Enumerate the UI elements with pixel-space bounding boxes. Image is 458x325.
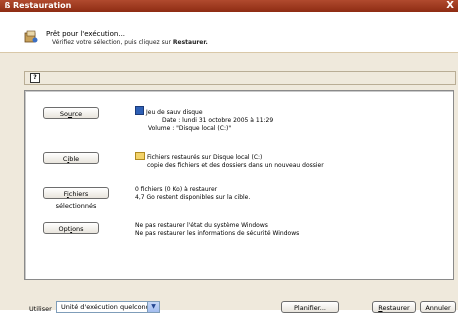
cancel-button[interactable]: Annuler: [420, 301, 456, 313]
help-bar: ?: [24, 71, 456, 85]
source-set-name: Jeu de sauv disque: [146, 109, 203, 116]
close-button[interactable]: X: [446, 0, 454, 12]
source-volume: Volume : "Disque local (C:)": [148, 125, 232, 132]
source-date: Date : lundi 31 octobre 2005 à 11:29: [162, 117, 274, 124]
header-title: Prêt pour l'exécution...: [46, 30, 126, 38]
space-available: 4,7 Go restent disponibles sur la cible.: [135, 194, 251, 201]
options-button[interactable]: Options: [43, 222, 99, 234]
selected-files-info: 0 fichiers (0 Ko) à restaurer 4,7 Go res…: [135, 186, 250, 202]
execution-unit-select[interactable]: Unité d'exécution quelconque ▼: [56, 301, 160, 313]
target-info: Fichiers restaurés sur Disque local (C:)…: [135, 152, 324, 170]
app-icon: ß: [4, 1, 11, 10]
title-bar: ß Restauration X: [0, 0, 458, 12]
execution-unit-value: Unité d'exécution quelconque: [61, 303, 158, 311]
header-subtitle: Vérifiez votre sélection, puis cliquez s…: [52, 39, 208, 46]
bottom-bar: Utiliser Unité d'exécution quelconque ▼ …: [0, 293, 458, 325]
backup-wizard-icon: [24, 30, 38, 44]
options-info: Ne pas restaurer l'état du système Windo…: [135, 222, 299, 238]
files-count: 0 fichiers (0 Ko) à restaurer: [135, 186, 218, 193]
disk-icon: [135, 106, 144, 115]
source-info: Jeu de sauv disque Date : lundi 31 octob…: [135, 106, 273, 133]
window-title: Restauration: [13, 1, 72, 10]
folder-icon: [135, 152, 145, 160]
target-mode: copie des fichiers et des dossiers dans …: [147, 162, 324, 169]
help-icon[interactable]: ?: [30, 73, 40, 83]
schedule-button[interactable]: Planifier...: [281, 301, 339, 313]
target-location: Fichiers restaurés sur Disque local (C:): [147, 154, 263, 161]
option-system-state: Ne pas restaurer l'état du système Windo…: [135, 222, 268, 229]
summary-panel: Source Jeu de sauv disque Date : lundi 3…: [24, 90, 454, 280]
chevron-down-icon[interactable]: ▼: [147, 302, 159, 312]
restore-button[interactable]: Restaurer: [372, 301, 416, 313]
source-button[interactable]: Source: [43, 107, 99, 119]
wizard-header: Prêt pour l'exécution... Vérifiez votre …: [0, 12, 458, 53]
option-security-info: Ne pas restaurer les informations de séc…: [135, 230, 300, 237]
use-label: Utiliser: [29, 305, 52, 313]
selected-files-button[interactable]: Fichiers sélectionnés: [43, 187, 109, 210]
target-button[interactable]: Cible: [43, 152, 99, 164]
